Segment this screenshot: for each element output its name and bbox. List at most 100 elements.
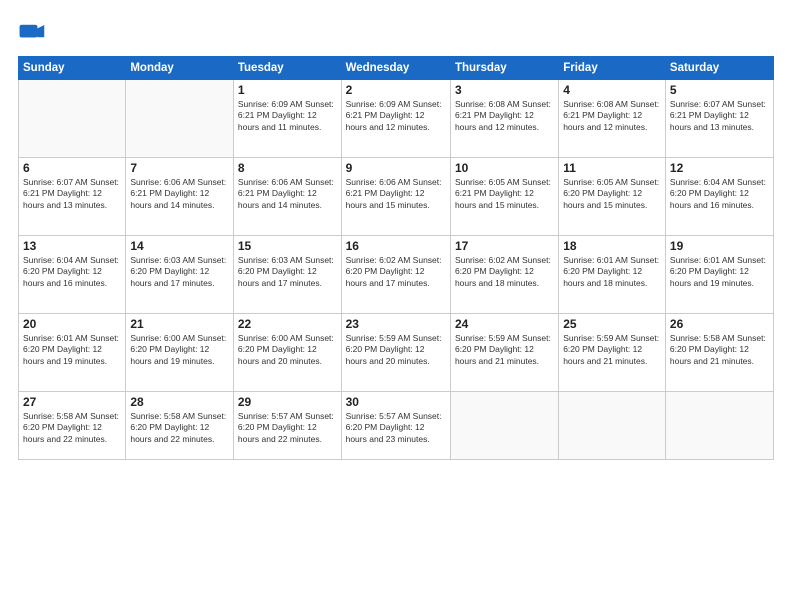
day-number: 21 — [130, 317, 229, 331]
day-info: Sunrise: 6:02 AM Sunset: 6:20 PM Dayligh… — [455, 255, 554, 289]
calendar-header-row: SundayMondayTuesdayWednesdayThursdayFrid… — [19, 57, 774, 80]
day-info: Sunrise: 5:58 AM Sunset: 6:20 PM Dayligh… — [130, 411, 229, 445]
day-number: 18 — [563, 239, 661, 253]
day-header-thursday: Thursday — [450, 57, 558, 80]
calendar-cell: 3Sunrise: 6:08 AM Sunset: 6:21 PM Daylig… — [450, 80, 558, 158]
day-number: 23 — [346, 317, 446, 331]
day-info: Sunrise: 6:07 AM Sunset: 6:21 PM Dayligh… — [23, 177, 121, 211]
calendar-cell: 19 Sunrise: 6:01 AM Sunset: 6:20 PM Dayli… — [665, 236, 773, 314]
day-number: 7 — [130, 161, 229, 175]
calendar-cell: 20Sunrise: 6:01 AM Sunset: 6:20 PM Dayli… — [19, 314, 126, 392]
calendar-cell: 30Sunrise: 5:57 AM Sunset: 6:20 PM Dayli… — [341, 392, 450, 460]
day-info: Sunrise: 6:09 AM Sunset: 6:21 PM Dayligh… — [346, 99, 446, 133]
calendar-cell — [559, 392, 666, 460]
day-number: 15 — [238, 239, 337, 253]
day-info: Sunrise: 6:04 AM Sunset: 6:20 PM Dayligh… — [670, 177, 769, 211]
day-info: Sunrise: 6:09 AM Sunset: 6:21 PM Dayligh… — [238, 99, 337, 133]
calendar-cell: 4 Sunrise: 6:08 AM Sunset: 6:21 PM Daylig… — [559, 80, 666, 158]
calendar-cell: 22 Sunrise: 6:00 AM Sunset: 6:20 PM Dayli… — [233, 314, 341, 392]
day-info: Sunrise: 6:01 AM Sunset: 6:20 PM Dayligh… — [563, 255, 661, 289]
day-number: 17 — [455, 239, 554, 253]
calendar-cell: 29Sunrise: 5:57 AM Sunset: 6:20 PM Dayli… — [233, 392, 341, 460]
day-number: 25 — [563, 317, 661, 331]
day-header-wednesday: Wednesday — [341, 57, 450, 80]
calendar-cell: 7 Sunrise: 6:06 AM Sunset: 6:21 PM Daylig… — [126, 158, 234, 236]
calendar-cell: 16 Sunrise: 6:02 AM Sunset: 6:20 PM Dayli… — [341, 236, 450, 314]
day-info: Sunrise: 6:08 AM Sunset: 6:21 PM Dayligh… — [563, 99, 661, 133]
day-number: 2 — [346, 83, 446, 97]
day-number: 1 — [238, 83, 337, 97]
day-info: Sunrise: 6:06 AM Sunset: 6:21 PM Dayligh… — [238, 177, 337, 211]
day-header-saturday: Saturday — [665, 57, 773, 80]
day-number: 24 — [455, 317, 554, 331]
calendar-cell: 18 Sunrise: 6:01 AM Sunset: 6:20 PM Dayli… — [559, 236, 666, 314]
day-info: Sunrise: 6:00 AM Sunset: 6:20 PM Dayligh… — [130, 333, 229, 367]
calendar-cell: 14 Sunrise: 6:03 AM Sunset: 6:20 PM Dayli… — [126, 236, 234, 314]
day-number: 10 — [455, 161, 554, 175]
day-number: 14 — [130, 239, 229, 253]
day-info: Sunrise: 6:01 AM Sunset: 6:20 PM Dayligh… — [670, 255, 769, 289]
day-number: 26 — [670, 317, 769, 331]
day-info: Sunrise: 5:58 AM Sunset: 6:20 PM Dayligh… — [23, 411, 121, 445]
calendar-cell: 28 Sunrise: 5:58 AM Sunset: 6:20 PM Dayli… — [126, 392, 234, 460]
calendar-cell: 6 Sunrise: 6:07 AM Sunset: 6:21 PM Daylig… — [19, 158, 126, 236]
day-header-friday: Friday — [559, 57, 666, 80]
day-number: 3 — [455, 83, 554, 97]
calendar-cell — [450, 392, 558, 460]
day-info: Sunrise: 6:02 AM Sunset: 6:20 PM Dayligh… — [346, 255, 446, 289]
day-number: 5 — [670, 83, 769, 97]
day-number: 4 — [563, 83, 661, 97]
calendar-cell — [126, 80, 234, 158]
day-number: 28 — [130, 395, 229, 409]
day-info: Sunrise: 6:01 AM Sunset: 6:20 PM Dayligh… — [23, 333, 121, 367]
calendar-cell — [19, 80, 126, 158]
day-header-tuesday: Tuesday — [233, 57, 341, 80]
day-number: 11 — [563, 161, 661, 175]
calendar-cell: 25 Sunrise: 5:59 AM Sunset: 6:20 PM Dayli… — [559, 314, 666, 392]
day-number: 22 — [238, 317, 337, 331]
day-number: 30 — [346, 395, 446, 409]
day-info: Sunrise: 6:05 AM Sunset: 6:20 PM Dayligh… — [563, 177, 661, 211]
calendar-cell: 2 Sunrise: 6:09 AM Sunset: 6:21 PM Daylig… — [341, 80, 450, 158]
day-info: Sunrise: 6:00 AM Sunset: 6:20 PM Dayligh… — [238, 333, 337, 367]
day-number: 19 — [670, 239, 769, 253]
calendar-cell: 10 Sunrise: 6:05 AM Sunset: 6:21 PM Dayli… — [450, 158, 558, 236]
calendar-cell: 26 Sunrise: 5:58 AM Sunset: 6:20 PM Dayli… — [665, 314, 773, 392]
day-header-sunday: Sunday — [19, 57, 126, 80]
calendar-cell: 17 Sunrise: 6:02 AM Sunset: 6:20 PM Dayli… — [450, 236, 558, 314]
calendar-cell: 23 Sunrise: 5:59 AM Sunset: 6:20 PM Dayli… — [341, 314, 450, 392]
day-info: Sunrise: 6:03 AM Sunset: 6:20 PM Dayligh… — [238, 255, 337, 289]
day-number: 12 — [670, 161, 769, 175]
calendar-cell — [665, 392, 773, 460]
day-info: Sunrise: 6:07 AM Sunset: 6:21 PM Dayligh… — [670, 99, 769, 133]
calendar-cell: 13Sunrise: 6:04 AM Sunset: 6:20 PM Dayli… — [19, 236, 126, 314]
calendar-table: SundayMondayTuesdayWednesdayThursdayFrid… — [18, 56, 774, 460]
day-info: Sunrise: 6:06 AM Sunset: 6:21 PM Dayligh… — [130, 177, 229, 211]
day-number: 27 — [23, 395, 121, 409]
calendar-cell: 12 Sunrise: 6:04 AM Sunset: 6:20 PM Dayli… — [665, 158, 773, 236]
day-header-monday: Monday — [126, 57, 234, 80]
calendar-cell: 15 Sunrise: 6:03 AM Sunset: 6:20 PM Dayli… — [233, 236, 341, 314]
calendar-cell: 21 Sunrise: 6:00 AM Sunset: 6:20 PM Dayli… — [126, 314, 234, 392]
day-number: 6 — [23, 161, 121, 175]
day-number: 16 — [346, 239, 446, 253]
day-info: Sunrise: 6:05 AM Sunset: 6:21 PM Dayligh… — [455, 177, 554, 211]
day-info: Sunrise: 5:59 AM Sunset: 6:20 PM Dayligh… — [563, 333, 661, 367]
calendar-cell: 1 Sunrise: 6:09 AM Sunset: 6:21 PM Daylig… — [233, 80, 341, 158]
day-number: 8 — [238, 161, 337, 175]
calendar-cell: 8 Sunrise: 6:06 AM Sunset: 6:21 PM Daylig… — [233, 158, 341, 236]
day-info: Sunrise: 5:58 AM Sunset: 6:20 PM Dayligh… — [670, 333, 769, 367]
logo-icon — [18, 18, 46, 46]
calendar-cell: 27 Sunrise: 5:58 AM Sunset: 6:20 PM Dayli… — [19, 392, 126, 460]
day-info: Sunrise: 6:03 AM Sunset: 6:20 PM Dayligh… — [130, 255, 229, 289]
calendar-cell: 24 Sunrise: 5:59 AM Sunset: 6:20 PM Dayli… — [450, 314, 558, 392]
calendar-cell: 11 Sunrise: 6:05 AM Sunset: 6:20 PM Dayli… — [559, 158, 666, 236]
calendar-cell: 5 Sunrise: 6:07 AM Sunset: 6:21 PM Daylig… — [665, 80, 773, 158]
day-info: Sunrise: 5:59 AM Sunset: 6:20 PM Dayligh… — [346, 333, 446, 367]
day-number: 13 — [23, 239, 121, 253]
day-info: Sunrise: 6:06 AM Sunset: 6:21 PM Dayligh… — [346, 177, 446, 211]
logo — [18, 18, 48, 46]
day-info: Sunrise: 5:59 AM Sunset: 6:20 PM Dayligh… — [455, 333, 554, 367]
calendar-cell: 9Sunrise: 6:06 AM Sunset: 6:21 PM Daylig… — [341, 158, 450, 236]
day-info: Sunrise: 5:57 AM Sunset: 6:20 PM Dayligh… — [238, 411, 337, 445]
